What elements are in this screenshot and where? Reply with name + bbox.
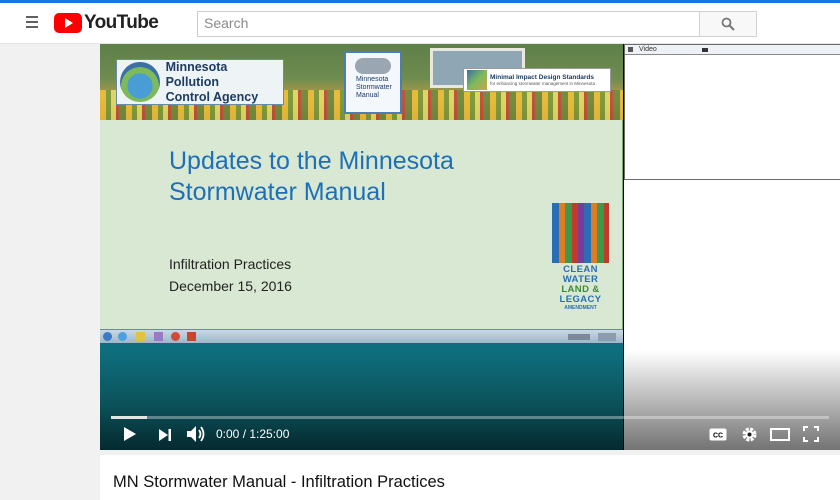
clean-logo-line5: AMENDMENT bbox=[564, 305, 597, 311]
manual-line1: Minnesota bbox=[356, 76, 389, 83]
manual-line3: Manual bbox=[356, 92, 379, 99]
theater-mode-button[interactable] bbox=[769, 426, 791, 442]
play-icon bbox=[124, 427, 136, 441]
slide-subtitle-topic: Infiltration Practices bbox=[169, 256, 292, 272]
volume-button[interactable] bbox=[185, 424, 207, 444]
fullscreen-icon bbox=[803, 426, 819, 442]
ie-icon bbox=[118, 332, 127, 341]
search-button[interactable] bbox=[699, 11, 757, 37]
media-icon bbox=[154, 332, 163, 341]
progress-fill bbox=[111, 416, 147, 419]
mids-logo-box: Minimal Impact Design Standards for enha… bbox=[463, 68, 611, 92]
video-box-titlebar: Video bbox=[625, 45, 840, 55]
webcam-video-box: Video bbox=[624, 44, 840, 180]
volume-icon bbox=[187, 426, 205, 442]
search-icon bbox=[721, 17, 735, 31]
mpca-logo-icon bbox=[120, 62, 160, 102]
clean-water-logo: CLEAN WATER LAND & LEGACY AMENDMENT bbox=[552, 203, 609, 315]
presentation-slide: Minnesota Pollution Control Agency Minne… bbox=[100, 44, 623, 330]
fullscreen-button[interactable] bbox=[801, 425, 821, 443]
progress-bar[interactable] bbox=[111, 416, 829, 419]
mids-title: Minimal Impact Design Standards bbox=[490, 73, 595, 81]
logo-text: YouTube bbox=[84, 12, 159, 33]
gear-icon bbox=[742, 427, 756, 441]
play-button[interactable] bbox=[120, 425, 140, 443]
skip-next-icon bbox=[159, 429, 171, 441]
mids-subtitle: for enhancing stormwater management in M… bbox=[490, 80, 596, 86]
mpca-logo-box: Minnesota Pollution Control Agency bbox=[116, 59, 284, 105]
agency-name-line1: Minnesota Pollution bbox=[165, 59, 228, 89]
controls-gradient bbox=[100, 350, 840, 450]
tray-icon bbox=[568, 334, 590, 340]
manual-line2: Stormwater bbox=[356, 84, 392, 91]
closed-captions-icon: CC bbox=[709, 428, 727, 440]
video-title: MN Stormwater Manual - Infiltration Prac… bbox=[113, 473, 445, 491]
agency-name-line2: Control Agency bbox=[165, 89, 259, 104]
start-orb-icon bbox=[103, 332, 112, 341]
slide-title: Updates to the Minnesota Stormwater Manu… bbox=[169, 147, 454, 206]
slide-subtitle-date: December 15, 2016 bbox=[169, 278, 292, 294]
youtube-play-icon bbox=[54, 13, 82, 33]
video-player[interactable]: Minnesota Pollution Control Agency Minne… bbox=[100, 44, 840, 450]
svg-text:CC: CC bbox=[713, 432, 723, 439]
next-button[interactable] bbox=[155, 426, 175, 444]
powerpoint-icon bbox=[187, 332, 196, 341]
video-info: MN Stormwater Manual - Infiltration Prac… bbox=[100, 455, 840, 500]
time-display: 0:00 / 1:25:00 bbox=[216, 427, 290, 441]
theater-icon bbox=[770, 427, 790, 441]
windows-taskbar bbox=[100, 329, 623, 343]
slide-banner-photo: Minnesota Pollution Control Agency Minne… bbox=[100, 44, 623, 120]
folder-icon bbox=[136, 332, 145, 341]
settings-button[interactable] bbox=[739, 425, 759, 443]
chrome-icon bbox=[171, 332, 180, 341]
clean-logo-line4: LEGACY bbox=[559, 294, 602, 305]
menu-icon[interactable] bbox=[26, 16, 42, 30]
captions-button[interactable]: CC bbox=[708, 426, 728, 442]
rain-cloud-icon bbox=[355, 58, 391, 74]
mids-logo-icon bbox=[467, 70, 487, 90]
clean-water-art bbox=[552, 203, 609, 263]
youtube-logo[interactable]: YouTube bbox=[54, 12, 159, 34]
search-input[interactable]: Search bbox=[197, 11, 700, 37]
clock-icon bbox=[598, 333, 616, 341]
stormwater-manual-logo: Minnesota Stormwater Manual bbox=[344, 51, 402, 114]
masthead: YouTube Search bbox=[0, 3, 840, 44]
